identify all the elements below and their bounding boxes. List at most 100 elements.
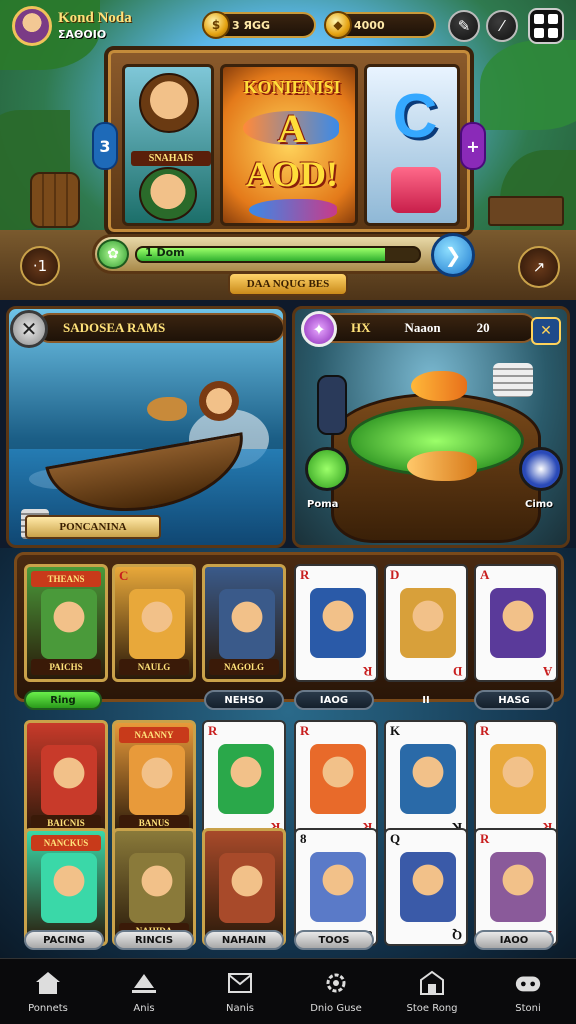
- star-badge-icon[interactable]: ✦: [301, 311, 337, 347]
- card-title: THEANS: [31, 571, 101, 587]
- card-label-pill[interactable]: RINCIS: [114, 930, 194, 950]
- card-art: [310, 744, 366, 814]
- symbol-card[interactable]: C: [364, 64, 460, 226]
- progress-badge-icon: ✿: [97, 239, 129, 269]
- card-art: [219, 589, 275, 659]
- nav-label: Ponnets: [28, 1003, 68, 1014]
- gem-value: 4000: [354, 18, 385, 32]
- card-label-pill[interactable]: NAHAIN: [204, 930, 284, 950]
- home-icon: [34, 969, 62, 997]
- character-portrait: [139, 167, 197, 221]
- fishing-panel[interactable]: SADOSEA RAMS PONCANINA: [6, 306, 286, 548]
- playing-card[interactable]: [202, 828, 286, 946]
- fish-icon: [147, 397, 187, 421]
- board-left-tab[interactable]: 3: [92, 122, 118, 170]
- character-card-label: SNAHAIS: [131, 151, 211, 166]
- card-title: NANCKUS: [31, 835, 101, 851]
- gem-counter[interactable]: ◆ 4000: [324, 11, 436, 39]
- mail-icon: [226, 969, 254, 997]
- hat-icon: [130, 969, 158, 997]
- card-art: [490, 744, 546, 814]
- playing-card[interactable]: RR: [294, 720, 378, 838]
- card-label-pill[interactable]: Ring: [24, 690, 102, 710]
- pencil-icon: ✎: [457, 17, 471, 35]
- poma-button[interactable]: [305, 447, 349, 491]
- card-label-pill[interactable]: PACING: [24, 930, 104, 950]
- playing-card[interactable]: BAICNIS: [24, 720, 108, 838]
- chip-stack-icon: [493, 363, 533, 397]
- card-art: [41, 853, 97, 923]
- card-label-pill[interactable]: NEHSO: [204, 690, 284, 710]
- board-caption: DAA NQUG BES: [228, 272, 348, 296]
- card-art: [400, 852, 456, 922]
- board-right-tab[interactable]: +: [460, 122, 486, 170]
- fruit-icon: [391, 167, 441, 213]
- fish-icon: [407, 451, 477, 481]
- left-side-button[interactable]: ·1: [20, 246, 60, 286]
- card-label-pill[interactable]: II: [384, 690, 468, 710]
- card-art: [41, 745, 97, 815]
- nav-item-stoni[interactable]: Stoni: [480, 959, 576, 1024]
- card-art: [129, 853, 185, 923]
- pencil-button[interactable]: ✎: [448, 10, 480, 42]
- playing-card[interactable]: RR: [474, 720, 558, 838]
- title-card[interactable]: KONIENISI A AOD!: [220, 64, 358, 226]
- tub-panel-tag: HX: [351, 320, 371, 335]
- playing-card[interactable]: CCNAULG: [112, 564, 196, 682]
- tub-panel-count: 20: [476, 320, 490, 335]
- card-label-pill[interactable]: HASG: [474, 690, 554, 710]
- card-art: [310, 852, 366, 922]
- nav-item-nanis[interactable]: Nanis: [192, 959, 288, 1024]
- nav-label: Dnio Guse: [310, 1003, 362, 1014]
- close-icon: ✕: [20, 317, 38, 341]
- playing-card[interactable]: THEANS PAICHS: [24, 564, 108, 682]
- card-rank: Q: [390, 831, 401, 846]
- playing-card[interactable]: NAHIDA: [112, 828, 196, 946]
- card-art: [129, 745, 185, 815]
- player-avatar[interactable]: [12, 6, 52, 46]
- playing-card[interactable]: KK: [384, 720, 468, 838]
- coin-counter[interactable]: $ 3 ЯGG: [202, 11, 316, 39]
- cimo-label: Cimo: [525, 499, 554, 510]
- card-art: [219, 853, 275, 923]
- fish-icon: [249, 199, 337, 221]
- brush-button[interactable]: ⁄: [486, 10, 518, 42]
- gear-icon: [322, 969, 350, 997]
- card-label-pill[interactable]: ΙΑΟΟ: [474, 930, 554, 950]
- card-label-pill[interactable]: ΙΑΟG: [294, 690, 374, 710]
- symbol-glyph: C: [392, 82, 438, 151]
- next-arrow-button[interactable]: ❯: [431, 233, 475, 277]
- crossed-swords-icon[interactable]: ✕: [531, 317, 561, 345]
- playing-card[interactable]: AA: [474, 564, 558, 682]
- playing-card[interactable]: RR: [474, 828, 558, 946]
- playing-card[interactable]: DD: [384, 564, 468, 682]
- card-label-pill[interactable]: TOOS: [294, 930, 374, 950]
- controller-icon: [514, 969, 542, 997]
- card-art: [400, 744, 456, 814]
- cimo-button[interactable]: [519, 447, 563, 491]
- right-side-button[interactable]: ↗: [518, 246, 560, 288]
- tub-panel-header: HX Naaon 20: [305, 313, 537, 343]
- card-rank: R: [208, 723, 218, 738]
- tub-panel[interactable]: HX Naaon 20 ✦ ✕ Poma Cimo: [292, 306, 570, 548]
- character-card[interactable]: SNAHAIS: [122, 64, 214, 226]
- nav-label: Anis: [133, 1003, 155, 1014]
- nav-item-store[interactable]: Stoe Rong: [384, 959, 480, 1024]
- playing-card[interactable]: QQ: [384, 828, 468, 946]
- nav-item-dnio-guse[interactable]: Dnio Guse: [288, 959, 384, 1024]
- playing-card[interactable]: RR: [202, 720, 286, 838]
- playing-card[interactable]: NAANNY BANUS: [112, 720, 196, 838]
- nav-item-anis[interactable]: Anis: [96, 959, 192, 1024]
- playing-card[interactable]: RR: [294, 564, 378, 682]
- close-button[interactable]: ✕: [10, 310, 48, 348]
- playing-card[interactable]: NANCKUS: [24, 828, 108, 946]
- menu-grid-button[interactable]: [528, 8, 564, 44]
- gem-icon: ◆: [324, 11, 352, 39]
- card-art: [310, 588, 366, 658]
- barrel: [30, 172, 80, 228]
- playing-card[interactable]: 88: [294, 828, 378, 946]
- nav-item-home[interactable]: Ponnets: [0, 959, 96, 1024]
- title-top: KONIENISI: [243, 77, 341, 97]
- playing-card[interactable]: NAGOLG: [202, 564, 286, 682]
- coin-icon: $: [202, 11, 230, 39]
